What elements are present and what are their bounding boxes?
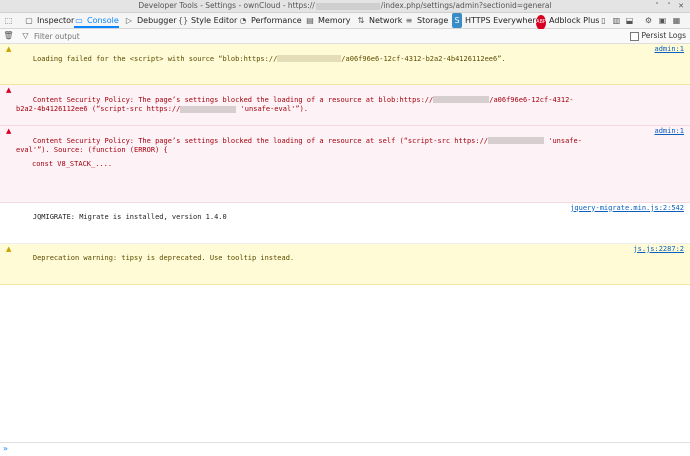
tab-label: Debugger bbox=[137, 16, 177, 25]
message-text: /a06f96e6-12cf-4312-b2a2-4b4126112ee6”. bbox=[341, 54, 506, 63]
split-console-icon[interactable]: ⬓ bbox=[624, 15, 635, 26]
message-text: Loading failed for the <script> with sou… bbox=[32, 54, 278, 63]
message-text: 'unsafe-eval'”). bbox=[240, 105, 309, 113]
trash-icon[interactable]: 🗑 bbox=[3, 30, 14, 41]
message-source-link[interactable]: admin:1 bbox=[654, 45, 684, 55]
message-text: Content Security Policy: The page’s sett… bbox=[32, 136, 489, 145]
tab-label: Inspector bbox=[37, 16, 75, 25]
persist-logs-label: Persist Logs bbox=[641, 31, 686, 40]
warning-icon: ▲ bbox=[6, 244, 12, 253]
redacted-host bbox=[433, 96, 490, 103]
message-text: Deprecation warning: tipsy is deprecated… bbox=[32, 254, 295, 262]
console-output: ▲ Loading failed for the <script> with so… bbox=[0, 44, 690, 285]
dock-icon[interactable]: ▥ bbox=[611, 15, 622, 26]
console-message-error: ▲ Content Security Policy: The page’s set… bbox=[0, 85, 690, 126]
adblock-plus-icon: ABP bbox=[536, 15, 546, 30]
message-source-link[interactable]: jquery-migrate.min.js:2:542 bbox=[570, 204, 684, 214]
tab-debugger[interactable]: ▷ Debugger bbox=[124, 13, 177, 28]
tab-console[interactable]: ▭ Console bbox=[74, 13, 119, 28]
devtools-toolbar: ⬚ ▢ Inspector ▭ Console ▷ Debugger {} Style … bbox=[0, 13, 690, 30]
console-filter-bar: 🗑 ▽ Persist Logs bbox=[0, 29, 690, 44]
window-title-prefix: Developer Tools - Settings - ownCloud - … bbox=[138, 1, 315, 10]
debugger-icon: ▷ bbox=[125, 16, 133, 25]
network-icon: ⇅ bbox=[357, 16, 365, 25]
tab-style-editor[interactable]: {} Style Editor bbox=[178, 13, 237, 28]
tab-label: Storage bbox=[417, 16, 449, 25]
console-message-warning: ▲ Loading failed for the <script> with so… bbox=[0, 44, 690, 85]
close-icon[interactable]: ✕ bbox=[676, 1, 686, 11]
error-icon: ▲ bbox=[6, 127, 12, 135]
console-input[interactable]: » bbox=[0, 442, 690, 456]
redacted-host bbox=[315, 2, 380, 10]
message-source-link[interactable]: js.js:2287:2 bbox=[633, 245, 684, 255]
tab-inspector[interactable]: ▢ Inspector bbox=[24, 13, 74, 28]
console-message-log: JQMIGRATE: Migrate is installed, version… bbox=[0, 202, 690, 244]
https-everywhere-icon: S bbox=[452, 13, 462, 28]
tab-label: Memory bbox=[318, 16, 351, 25]
maximize-icon[interactable]: ˄ bbox=[664, 1, 674, 11]
message-source-link[interactable]: admin:1 bbox=[654, 127, 684, 137]
window-titlebar: Developer Tools - Settings - ownCloud - … bbox=[0, 0, 690, 13]
warning-icon: ▲ bbox=[6, 45, 12, 53]
pick-element-icon[interactable]: ⬚ bbox=[3, 15, 14, 26]
tab-label: Console bbox=[87, 16, 119, 25]
style-editor-icon: {} bbox=[178, 16, 189, 25]
checkbox-icon[interactable] bbox=[629, 31, 639, 41]
gear-icon[interactable]: ⚙ bbox=[643, 15, 654, 26]
tab-label: Performance bbox=[251, 16, 302, 25]
storage-icon: ≡ bbox=[405, 16, 413, 25]
console-icon: ▭ bbox=[75, 16, 83, 25]
memory-icon: ▤ bbox=[306, 16, 314, 25]
tab-adblock-plus[interactable]: ABP Adblock Plus bbox=[536, 13, 600, 30]
message-text: JQMIGRATE: Migrate is installed, version… bbox=[32, 213, 227, 221]
minimize-icon[interactable]: ˅ bbox=[652, 1, 662, 11]
tab-label: HTTPS Everywhere bbox=[465, 16, 541, 25]
inspector-icon: ▢ bbox=[25, 16, 33, 25]
screenshot-icon[interactable]: ▣ bbox=[657, 15, 668, 26]
filter-icon[interactable]: ▽ bbox=[20, 30, 31, 41]
tab-label: Adblock Plus bbox=[549, 16, 600, 25]
tab-https-everywhere[interactable]: S HTTPS Everywhere bbox=[452, 13, 540, 28]
more-icon[interactable]: ▦ bbox=[671, 15, 682, 26]
error-icon: ▲ bbox=[6, 86, 12, 94]
tab-performance[interactable]: ◔ Performance bbox=[238, 13, 302, 28]
console-message-warning: ▲ Deprecation warning: tipsy is deprecate… bbox=[0, 243, 690, 285]
tab-memory[interactable]: ▤ Memory bbox=[305, 13, 351, 28]
message-stack: const V8_STACK_.... bbox=[32, 159, 113, 168]
performance-icon: ◔ bbox=[239, 16, 247, 25]
filter-output-input[interactable] bbox=[34, 31, 314, 41]
responsive-design-icon[interactable]: ▯ bbox=[598, 15, 609, 26]
redacted-host bbox=[488, 137, 545, 144]
redacted-host bbox=[277, 55, 342, 62]
redacted-host bbox=[180, 105, 237, 113]
window-title-suffix: /index.php/settings/admin?sectionid=gene… bbox=[380, 1, 552, 10]
prompt-chevron-icon: » bbox=[3, 444, 8, 453]
tab-network[interactable]: ⇅ Network bbox=[356, 13, 403, 28]
persist-logs-checkbox[interactable]: Persist Logs bbox=[629, 31, 686, 41]
tab-label: Network bbox=[369, 16, 403, 25]
tab-label: Style Editor bbox=[191, 16, 238, 25]
tab-storage[interactable]: ≡ Storage bbox=[404, 13, 449, 28]
console-message-error: ▲ Content Security Policy: The page’s set… bbox=[0, 126, 690, 203]
message-text: Content Security Policy: The page’s sett… bbox=[32, 95, 434, 104]
